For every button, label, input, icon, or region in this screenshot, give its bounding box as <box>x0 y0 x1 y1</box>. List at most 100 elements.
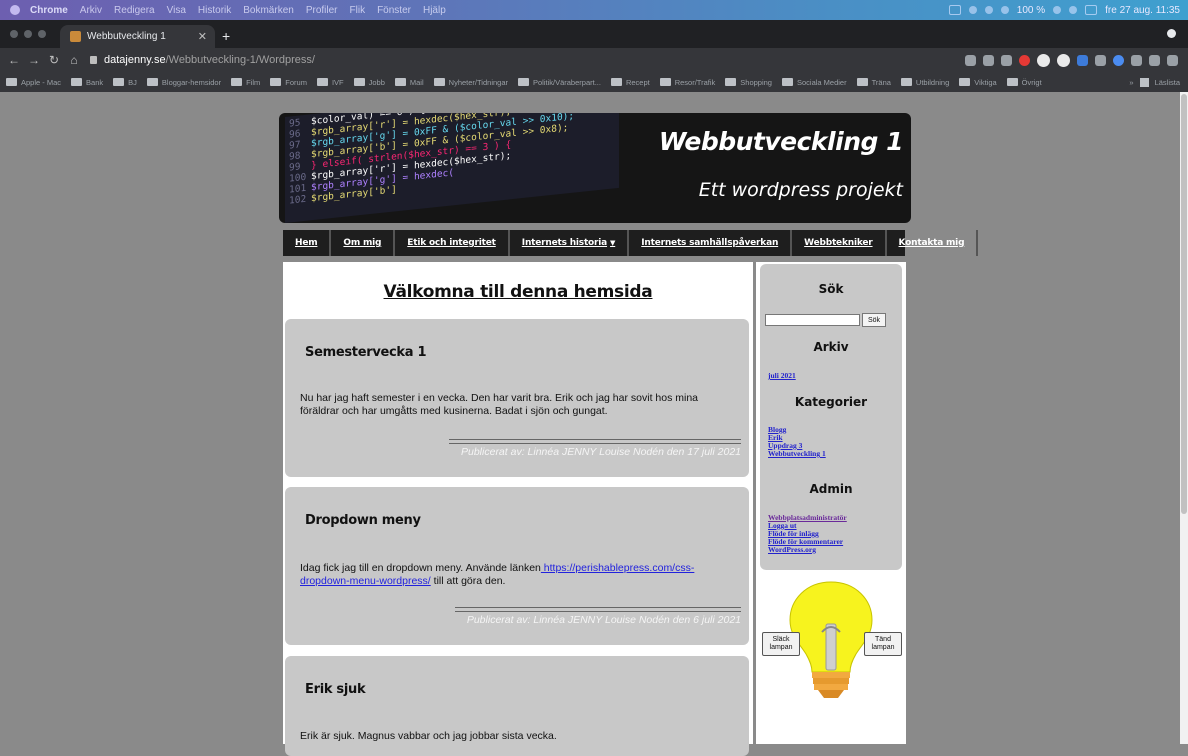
folder-icon <box>856 78 868 86</box>
bookmark-folder[interactable]: Resor/Trafik <box>659 78 715 87</box>
extension-icon[interactable] <box>1037 53 1050 67</box>
lamp-off-button[interactable]: Släck lampan <box>762 632 800 656</box>
reading-list[interactable]: » Läslista <box>1129 77 1188 87</box>
extension-icon[interactable] <box>1095 54 1106 66</box>
bookmark-folder[interactable]: Mail <box>394 78 424 87</box>
close-window-button[interactable] <box>10 30 18 38</box>
bookmark-folder[interactable]: Politik/Väraberpart... <box>518 78 601 87</box>
browser-tab[interactable]: Webbutveckling 1 ✕ <box>60 25 215 48</box>
wifi-icon[interactable] <box>1053 6 1062 14</box>
nav-item-etik[interactable]: Etik och integritet <box>395 230 510 256</box>
cast-icon[interactable] <box>965 54 976 66</box>
menu-item[interactable]: Flik <box>350 5 366 16</box>
folder-icon <box>146 78 158 86</box>
nav-item-hem[interactable]: Hem <box>283 230 332 256</box>
bookmark-folder[interactable]: Forum <box>270 78 307 87</box>
bookmark-folder[interactable]: Övrigt <box>1006 78 1042 87</box>
qr-icon[interactable] <box>983 54 994 66</box>
tab-title: Webbutveckling 1 <box>87 31 166 42</box>
bookmark-folder[interactable]: Träna <box>856 78 891 87</box>
main-content: Välkomna till denna hemsida Semesterveck… <box>283 262 753 756</box>
nav-item-samhallspaverkan[interactable]: Internets samhällspåverkan <box>629 230 793 256</box>
post-title[interactable]: Dropdown meny <box>305 513 421 528</box>
bookmark-folder[interactable]: Jobb <box>353 78 385 87</box>
post-title[interactable]: Erik sjuk <box>305 682 366 697</box>
bookmark-folder[interactable]: Sociala Medier <box>781 78 847 87</box>
control-center-icon[interactable] <box>1085 5 1098 15</box>
avatar[interactable] <box>1149 54 1160 66</box>
star-icon[interactable] <box>1001 54 1012 66</box>
minimize-window-button[interactable] <box>24 30 32 38</box>
address-bar[interactable]: datajenny.se /Webbutveckling-1/Wordpress… <box>90 54 315 66</box>
menu-item[interactable]: Redigera <box>114 5 155 16</box>
forward-icon[interactable]: → <box>28 53 40 67</box>
search-icon[interactable] <box>1069 6 1078 14</box>
post-card: Erik sjuk Erik är sjuk. Magnus vabbar oc… <box>285 656 749 756</box>
category-link[interactable]: Webbutveckling 1 <box>768 450 826 458</box>
bookmark-label: Apple - Mac <box>21 77 62 87</box>
search-button[interactable]: Sök <box>862 313 886 327</box>
clock[interactable]: fre 27 aug. 11:35 <box>1105 5 1180 16</box>
menu-item[interactable]: Hjälp <box>423 5 446 16</box>
menu-app-name[interactable]: Chrome <box>30 5 68 16</box>
menu-dots-icon[interactable] <box>1167 54 1178 66</box>
nav-item-webbtekniker[interactable]: Webbtekniker <box>792 230 887 256</box>
extension-icon[interactable] <box>1057 53 1070 67</box>
moon-icon[interactable] <box>1000 6 1009 14</box>
apple-icon[interactable] <box>10 5 20 15</box>
chevron-right-icon[interactable]: » <box>1129 78 1133 87</box>
menu-item[interactable]: Visa <box>167 5 186 16</box>
close-tab-icon[interactable]: ✕ <box>198 30 207 43</box>
menu-item[interactable]: Historik <box>198 5 231 16</box>
menu-item[interactable]: Fönster <box>377 5 411 16</box>
bookmark-folder[interactable]: Shopping <box>725 78 772 87</box>
extension-icon[interactable] <box>1077 54 1088 66</box>
bookmark-folder[interactable]: IVF <box>316 78 344 87</box>
post-title[interactable]: Semestervecka 1 <box>305 345 427 360</box>
folder-icon <box>433 78 445 86</box>
bookmark-folder[interactable]: Film <box>231 78 260 87</box>
reading-list-label: Läslista <box>1154 77 1180 87</box>
reload-icon[interactable]: ↻ <box>48 53 60 67</box>
profile-icon[interactable] <box>1167 29 1176 38</box>
lamp-on-button[interactable]: Tänd lampan <box>864 632 902 656</box>
nav-item-internets-historia[interactable]: Internets historia ▼ <box>510 230 630 256</box>
bookmark-folder[interactable]: Viktiga <box>959 78 997 87</box>
bookmark-folder[interactable]: Apple - Mac <box>6 78 61 87</box>
post-meta: Publicerat av: Linnéa JENNY Louise Nodén… <box>466 614 741 626</box>
status-icon[interactable] <box>984 6 993 14</box>
lock-icon[interactable] <box>90 56 97 64</box>
window-controls <box>10 30 46 38</box>
bookmark-folder[interactable]: BJ <box>113 78 137 87</box>
bookmark-folder[interactable]: Bank <box>71 78 103 87</box>
nav-item-kontakta-mig[interactable]: Kontakta mig <box>887 230 979 256</box>
bookmark-folder[interactable]: Nyheter/Tidningar <box>433 78 508 87</box>
admin-link[interactable]: WordPress.org <box>768 546 847 554</box>
status-icon[interactable] <box>968 6 977 14</box>
extension-icon[interactable] <box>1113 54 1124 66</box>
home-icon[interactable]: ⌂ <box>68 53 80 67</box>
new-tab-button[interactable]: + <box>222 28 230 44</box>
menu-item[interactable]: Bokmärken <box>243 5 294 16</box>
page-scrollbar[interactable] <box>1180 92 1188 744</box>
screen-icon[interactable] <box>948 5 961 15</box>
bookmark-folder[interactable]: Utbildning <box>900 78 949 87</box>
post-body: Erik är sjuk. Magnus vabbar och jag jobb… <box>300 730 557 742</box>
maximize-window-button[interactable] <box>38 30 46 38</box>
menu-item[interactable]: Arkiv <box>80 5 102 16</box>
menu-item[interactable]: Profiler <box>306 5 338 16</box>
bookmark-folder[interactable]: Bloggar-hemsidor <box>146 78 221 87</box>
search-input[interactable] <box>765 314 860 326</box>
bookmark-folder[interactable]: Recept <box>610 78 650 87</box>
puzzle-icon[interactable] <box>1131 54 1142 66</box>
main-nav: Hem Om mig Etik och integritet Internets… <box>283 230 979 256</box>
zoom-level[interactable]: 100 % <box>1017 5 1045 16</box>
extension-icon[interactable] <box>1019 54 1030 66</box>
archive-link[interactable]: juli 2021 <box>768 372 796 380</box>
back-icon[interactable]: ← <box>8 53 20 67</box>
scrollbar-thumb[interactable] <box>1181 94 1187 514</box>
nav-item-om-mig[interactable]: Om mig <box>331 230 396 256</box>
archive-list: juli 2021 <box>768 372 796 380</box>
site-title[interactable]: Webbutveckling 1 <box>659 127 904 156</box>
post-card: Dropdown meny Idag fick jag till en drop… <box>285 487 749 645</box>
